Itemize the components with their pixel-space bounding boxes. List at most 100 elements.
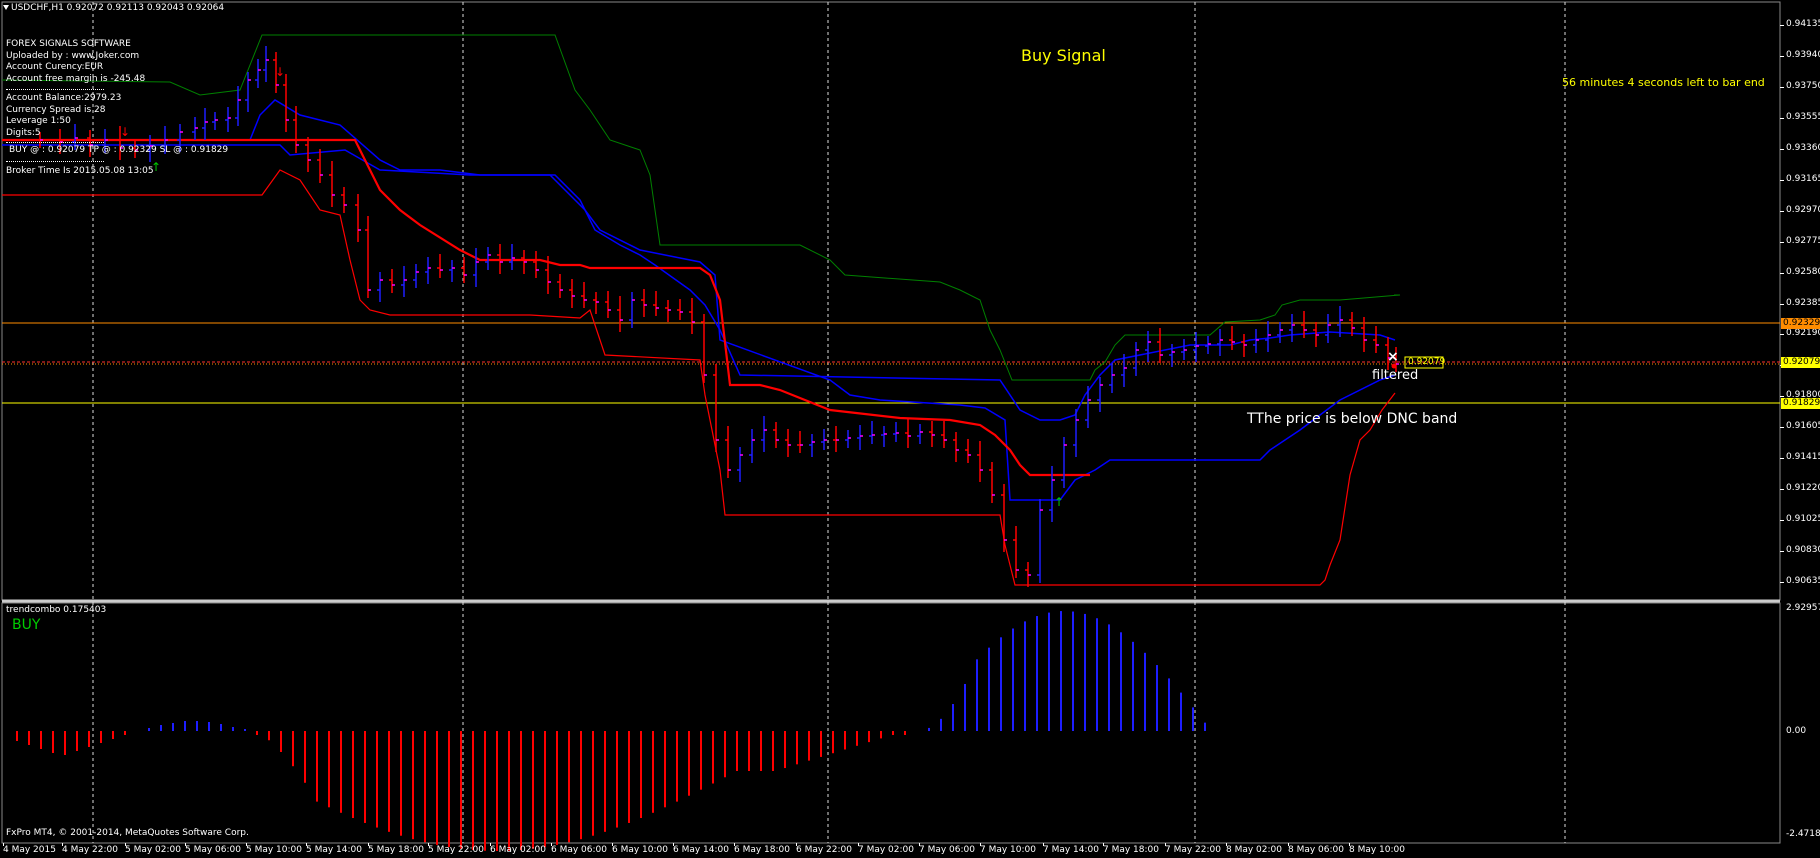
- price-axis-label: 0.93750: [1786, 80, 1820, 91]
- price-axis-tick: [1780, 210, 1784, 212]
- chart-canvas[interactable]: ↓ ↓ ↑ ↑ ×: [0, 0, 1820, 858]
- indicator-name: trendcombo 0.175403: [6, 605, 107, 615]
- account-balance: Account Balance:2979.23: [6, 93, 122, 103]
- price-axis-tick: [1780, 582, 1784, 583]
- account-currency: Account Curency:EUR: [6, 62, 104, 72]
- time-axis-label: 5 May 14:00: [306, 845, 362, 855]
- price-axis-tick: [1780, 303, 1784, 305]
- price-axis-tick: [1780, 334, 1784, 336]
- time-axis-label: 5 May 22:00: [428, 845, 484, 855]
- red-mid-band[interactable]: [2, 138, 1090, 477]
- price-axis-label: 0.91605: [1786, 421, 1820, 432]
- price-axis-tick: [1780, 272, 1784, 274]
- broker-time: Broker Time Is 2015.05.08 13:05: [6, 165, 154, 176]
- time-axis-label: 4 May 22:00: [62, 845, 118, 855]
- price-axis-label: 0.91220: [1786, 483, 1820, 494]
- price-axis-label: 0.92775: [1786, 235, 1820, 246]
- time-axis-label: 8 May 02:00: [1226, 845, 1282, 855]
- uploaded-by: Uploaded by : www.Joker.com: [6, 50, 140, 61]
- time-axis-tick: [734, 843, 735, 846]
- time-axis-label: 6 May 18:00: [734, 845, 790, 855]
- price-axis-label: 0.90830: [1786, 545, 1820, 556]
- time-axis-tick: [1103, 843, 1104, 846]
- price-axis-label: 0.93165: [1786, 173, 1820, 184]
- time-axis-label: 7 May 14:00: [1043, 845, 1099, 855]
- price-axis-tick: [1780, 427, 1784, 429]
- price-axis-tick: [1780, 55, 1784, 57]
- red-lower-band: [2, 169, 1396, 586]
- time-axis-tick: [1165, 843, 1166, 846]
- price-axis-label: 0.93360: [1786, 142, 1820, 153]
- currency-spread: Currency Spread is 28: [6, 104, 106, 115]
- signal-arrows: ↓ ↓ ↑ ↑: [120, 65, 1064, 509]
- sell-arrow-icon: ↓: [275, 65, 285, 79]
- time-axis-tick: [980, 843, 981, 846]
- tp-price-tag: 0.92329: [1781, 318, 1820, 329]
- price-axis-tick: [1780, 458, 1784, 460]
- symbol-info: USDCHF,H1 0.92072 0.92113 0.92043 0.9206…: [11, 3, 225, 13]
- time-axis-label: 7 May 06:00: [919, 845, 975, 855]
- time-axis-label: 5 May 02:00: [125, 845, 181, 855]
- price-axis-label: 0.92580: [1786, 266, 1820, 277]
- time-axis-label: 7 May 10:00: [980, 845, 1036, 855]
- chart-menu-icon[interactable]: [3, 5, 9, 10]
- price-axis-label: 0.93940: [1786, 49, 1820, 60]
- time-axis-tick: [185, 843, 186, 846]
- time-axis-label: 5 May 10:00: [246, 845, 302, 855]
- time-axis-tick: [1226, 843, 1227, 846]
- time-axis-tick: [368, 843, 369, 846]
- indicator-axis-bottom: -2.471864: [1786, 829, 1820, 839]
- time-axis-tick: [428, 843, 429, 846]
- price-axis-label: 0.91025: [1786, 514, 1820, 525]
- price-axis-tick: [1780, 489, 1784, 491]
- main-chart-frame: [1, 1, 1781, 601]
- current-price-tag: 0.92079: [1408, 357, 1446, 367]
- digits: Digits:5: [6, 127, 41, 138]
- indicator-axis-top: 2.92957: [1786, 603, 1820, 613]
- indicator-axis-zero: 0.00: [1786, 726, 1807, 736]
- time-axis-label: 6 May 06:00: [551, 845, 607, 855]
- bar-timer: 56 minutes 4 seconds left to bar end: [1562, 76, 1765, 89]
- order-details: BUY @ : 0.92079 TP @ : 0.92329 SL @ : 0.…: [9, 145, 229, 155]
- time-axis-tick: [3, 843, 4, 846]
- price-axis-label: 0.93555: [1786, 111, 1820, 122]
- chart-title: USDCHF,H1 0.92072 0.92113 0.92043 0.9206…: [3, 3, 224, 13]
- time-axis-label: 5 May 06:00: [185, 845, 241, 855]
- time-axis-label: 8 May 06:00: [1288, 845, 1344, 855]
- price-axis-tick: [1780, 520, 1784, 522]
- time-axis-label: 6 May 14:00: [673, 845, 729, 855]
- time-axis-tick: [673, 843, 674, 846]
- entry-price-tag: 0.92079: [1781, 357, 1820, 368]
- indicator-frame: [1, 602, 1781, 844]
- time-axis-label: 4 May 2015: [3, 845, 56, 855]
- time-axis-tick: [1043, 843, 1044, 846]
- panel-title: FOREX SIGNALS SOFTWARE: [6, 39, 131, 49]
- time-axis-label: 7 May 22:00: [1165, 845, 1221, 855]
- panel-divider: [6, 89, 104, 90]
- price-axis-tick: [1780, 25, 1784, 26]
- filtered-label: filtered: [1372, 368, 1419, 383]
- time-axis-label: 7 May 02:00: [858, 845, 914, 855]
- time-axis-tick: [858, 843, 859, 846]
- price-axis-label: 0.92970: [1786, 204, 1820, 215]
- price-axis-tick: [1780, 241, 1784, 243]
- time-axis-tick: [1349, 843, 1350, 846]
- price-axis-label: 0.92385: [1786, 297, 1820, 308]
- price-axis-label: 0.92190: [1786, 328, 1820, 339]
- trendcombo-histogram[interactable]: [16, 611, 1241, 851]
- buy-signal-label: Buy Signal: [1021, 46, 1106, 65]
- leverage: Leverage 1:50: [6, 116, 71, 126]
- buy-arrow-icon: ↑: [1054, 495, 1064, 509]
- time-axis-label: 8 May 10:00: [1349, 845, 1405, 855]
- sl-price-tag: 0.91829: [1781, 398, 1820, 409]
- time-axis-label: 7 May 18:00: [1103, 845, 1159, 855]
- time-axis-tick: [306, 843, 307, 846]
- price-axis-tick: [1780, 179, 1784, 181]
- indicator-signal: BUY: [12, 617, 41, 633]
- price-axis-label: 0.94135: [1786, 19, 1820, 29]
- free-margin: Account free margin is -245.48: [6, 73, 146, 84]
- close-marker-icon: ×: [1387, 349, 1399, 365]
- time-axis-label: 6 May 02:00: [490, 845, 546, 855]
- time-axis-tick: [919, 843, 920, 846]
- price-axis-label: 0.90635: [1786, 576, 1820, 586]
